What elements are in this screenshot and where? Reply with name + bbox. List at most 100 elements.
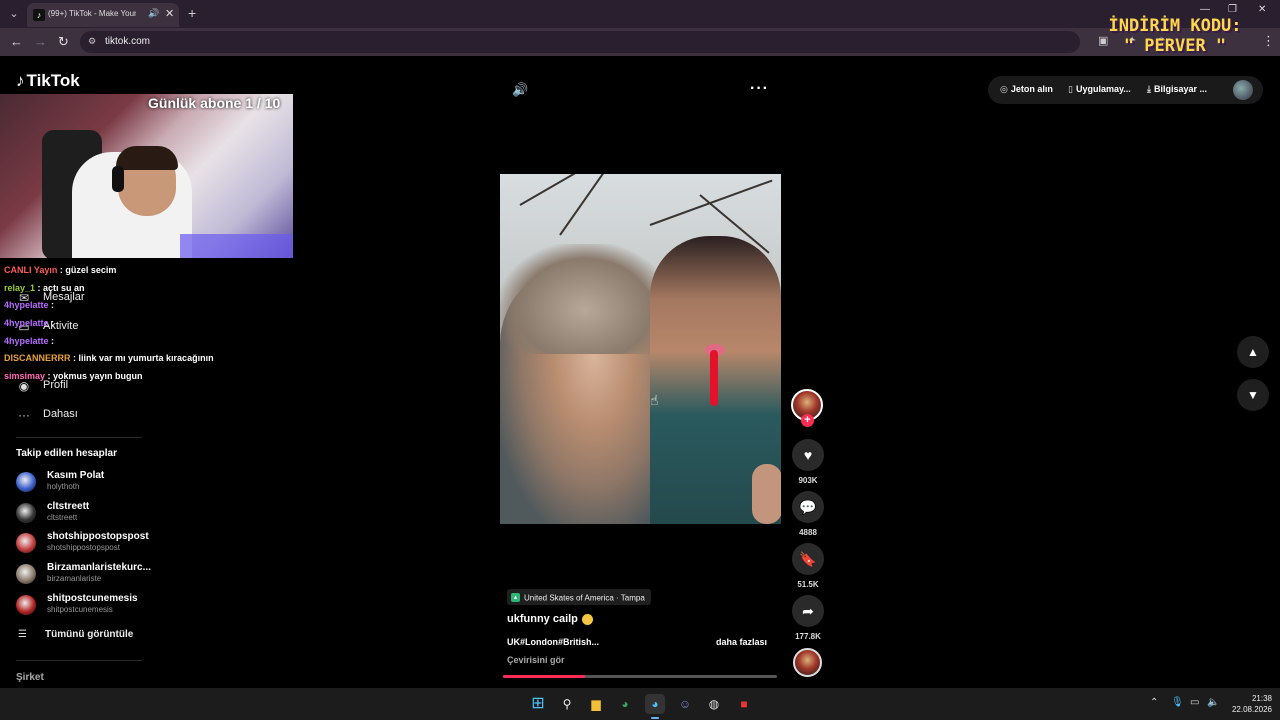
chat-username: CANLI Yayın [4,265,58,275]
url-text: tiktok.com [105,36,151,47]
volume-icon[interactable]: 🔊 [512,82,528,98]
account-avatar [16,472,36,492]
following-account[interactable]: cltstreett cltstreett [16,501,156,527]
reload-icon[interactable]: ↻ [58,34,69,50]
promo-line-1: İNDİRİM KODU: [1108,16,1242,36]
maximize-icon[interactable]: ❐ [1228,4,1237,15]
video-progress-bar[interactable] [503,675,777,678]
chat-text: : güzel secim [57,265,117,275]
back-icon[interactable]: ← [10,34,23,50]
account-name: cltstreett [47,500,90,512]
user-avatar[interactable] [1233,80,1253,100]
tab-list-icon[interactable]: ⌄ [6,6,22,22]
see-all-link[interactable]: ☰ Tümünü görüntüle [16,628,156,644]
account-avatar [16,502,36,523]
video-player[interactable] [500,174,781,524]
previous-video-button[interactable]: ▲ [1237,336,1269,368]
chat-message: CANLI Yayın : güzel secim [4,262,264,280]
see-translation-button[interactable]: Çevirisini gör [507,655,565,665]
chat-text: : yokmus yayın bugun [45,371,143,382]
account-handle: holythoth [47,482,80,491]
microphone-icon[interactable]: 🎙 [1171,697,1184,708]
stream-chat: CANLI Yayın : güzel secim relay_1 : açtı … [4,262,264,386]
video-progress-fill [503,675,586,678]
video-username[interactable]: ukfunny cailp [507,613,593,625]
windows-start-icon[interactable]: ⊞ [528,694,548,714]
divider [16,437,142,438]
promo-line-2: " PERVER " [1123,36,1227,56]
following-account[interactable]: shotshippostopspost shotshippostopspost [16,531,156,557]
desktop-app-button[interactable]: ⤓ Bilgisayar ... [1147,84,1207,95]
chat-message: relay_1 : açtı su an [4,280,264,298]
minimize-icon[interactable]: — [1200,4,1210,15]
share-button[interactable]: ➦ [792,595,824,627]
like-button[interactable]: ♥ [792,439,824,471]
location-chip[interactable]: ▴ United Skates of America · Tampa [507,589,651,605]
tray-chevron-icon[interactable]: ⌃ [1150,697,1158,708]
window-close-icon[interactable]: ✕ [1258,4,1266,15]
next-video-button[interactable]: ▼ [1237,379,1269,411]
obs-icon[interactable]: ◍ [704,694,724,714]
forward-icon[interactable]: → [34,34,47,50]
tab-audio-icon[interactable]: 🔊 [148,8,159,19]
account-name: Kasım Polat [47,470,105,481]
following-account[interactable]: Birzamanlaristekurc... birzamanlariste [16,562,156,588]
chrome-icon[interactable]: ◕ [615,694,635,714]
browser-active-icon[interactable]: ◕ [645,694,665,714]
comment-icon: 💬 [799,499,817,515]
account-handle: shitpostcunemesis [47,604,113,614]
chevron-up-icon: ▲ [1247,345,1259,359]
get-coins-button[interactable]: ◎ Jeton alın [1000,84,1053,95]
following-account[interactable]: Kasım Polat holythoth [16,470,156,496]
bookmark-icon: 🔖 [799,551,817,567]
media-app-icon[interactable]: ■ [734,694,754,714]
account-handle: cltstreett [47,512,78,522]
save-button[interactable]: 🔖 [792,543,824,575]
site-info-icon[interactable]: ⚙ [88,36,96,47]
sound-disc-avatar[interactable] [793,648,822,677]
divider [16,660,142,661]
chat-username: 4hypelatte [4,335,49,346]
comment-button[interactable]: 💬 [792,491,824,523]
clock-time: 21:38 [1251,694,1272,703]
desktop-app-label: Bilgisayar ... [1153,84,1208,94]
sidebar-item-more[interactable]: ··· Dahası [16,406,176,426]
browser-menu-icon[interactable]: ⋮ [1262,33,1275,49]
led-strip [180,234,293,258]
account-name: shitpostcunemesis [47,592,138,604]
file-explorer-icon[interactable]: ▆ [586,694,606,714]
clock-date: 22.08.2026 [1231,705,1272,714]
location-text: United Skates of America · Tampa [524,593,645,603]
more-dots-icon: ··· [18,408,30,422]
streamer-hair [116,146,178,170]
chat-message: DISCANNERRR : liink var mı yumurta kırac… [4,350,264,368]
heart-icon: ♥ [803,447,813,463]
see-more-button[interactable]: daha fazlası [716,637,767,647]
account-avatar [16,594,36,615]
top-actions-bar: ◎ Jeton alın ▯ Uygulamay... ⤓ Bilgisayar ..… [988,76,1263,104]
chat-username: DISCANNERRR [4,353,71,364]
account-handle: birzamanlariste [47,574,102,584]
active-app-indicator [651,717,659,719]
share-count: 177.8K [795,632,821,641]
more-options-icon[interactable]: ··· [750,80,769,98]
save-count: 51.5K [797,580,819,589]
tab-close-icon[interactable]: ✕ [165,7,174,20]
address-bar[interactable]: ⚙ tiktok.com [80,31,1080,53]
follow-plus-icon[interactable]: + [801,414,814,427]
discord-icon[interactable]: ☺ [675,694,695,714]
tiktok-logo[interactable]: ♪ TikTok [16,71,80,91]
get-app-label: Uygulamay... [1075,84,1131,94]
search-icon[interactable]: ⚲ [557,694,577,714]
new-tab-icon[interactable]: + [188,5,196,21]
company-section[interactable]: Şirket [16,672,44,683]
system-clock[interactable]: 21:38 22.08.2026 [1222,693,1272,715]
browser-tab-tiktok[interactable]: ♪ (99+) TikTok - Make Your Day 🔊 ✕ [27,3,179,27]
following-account[interactable]: shitpostcunemesis shitpostcunemesis [16,593,156,619]
network-icon[interactable]: ▭ [1190,697,1199,708]
following-title: Takip edilen hesaplar [16,448,117,459]
tiktok-note-icon: ♪ [16,71,25,90]
get-app-button[interactable]: ▯ Uygulamay... [1068,84,1131,95]
tiktok-logo-text: TikTok [26,71,80,90]
speaker-icon[interactable]: 🔈 [1207,697,1219,708]
